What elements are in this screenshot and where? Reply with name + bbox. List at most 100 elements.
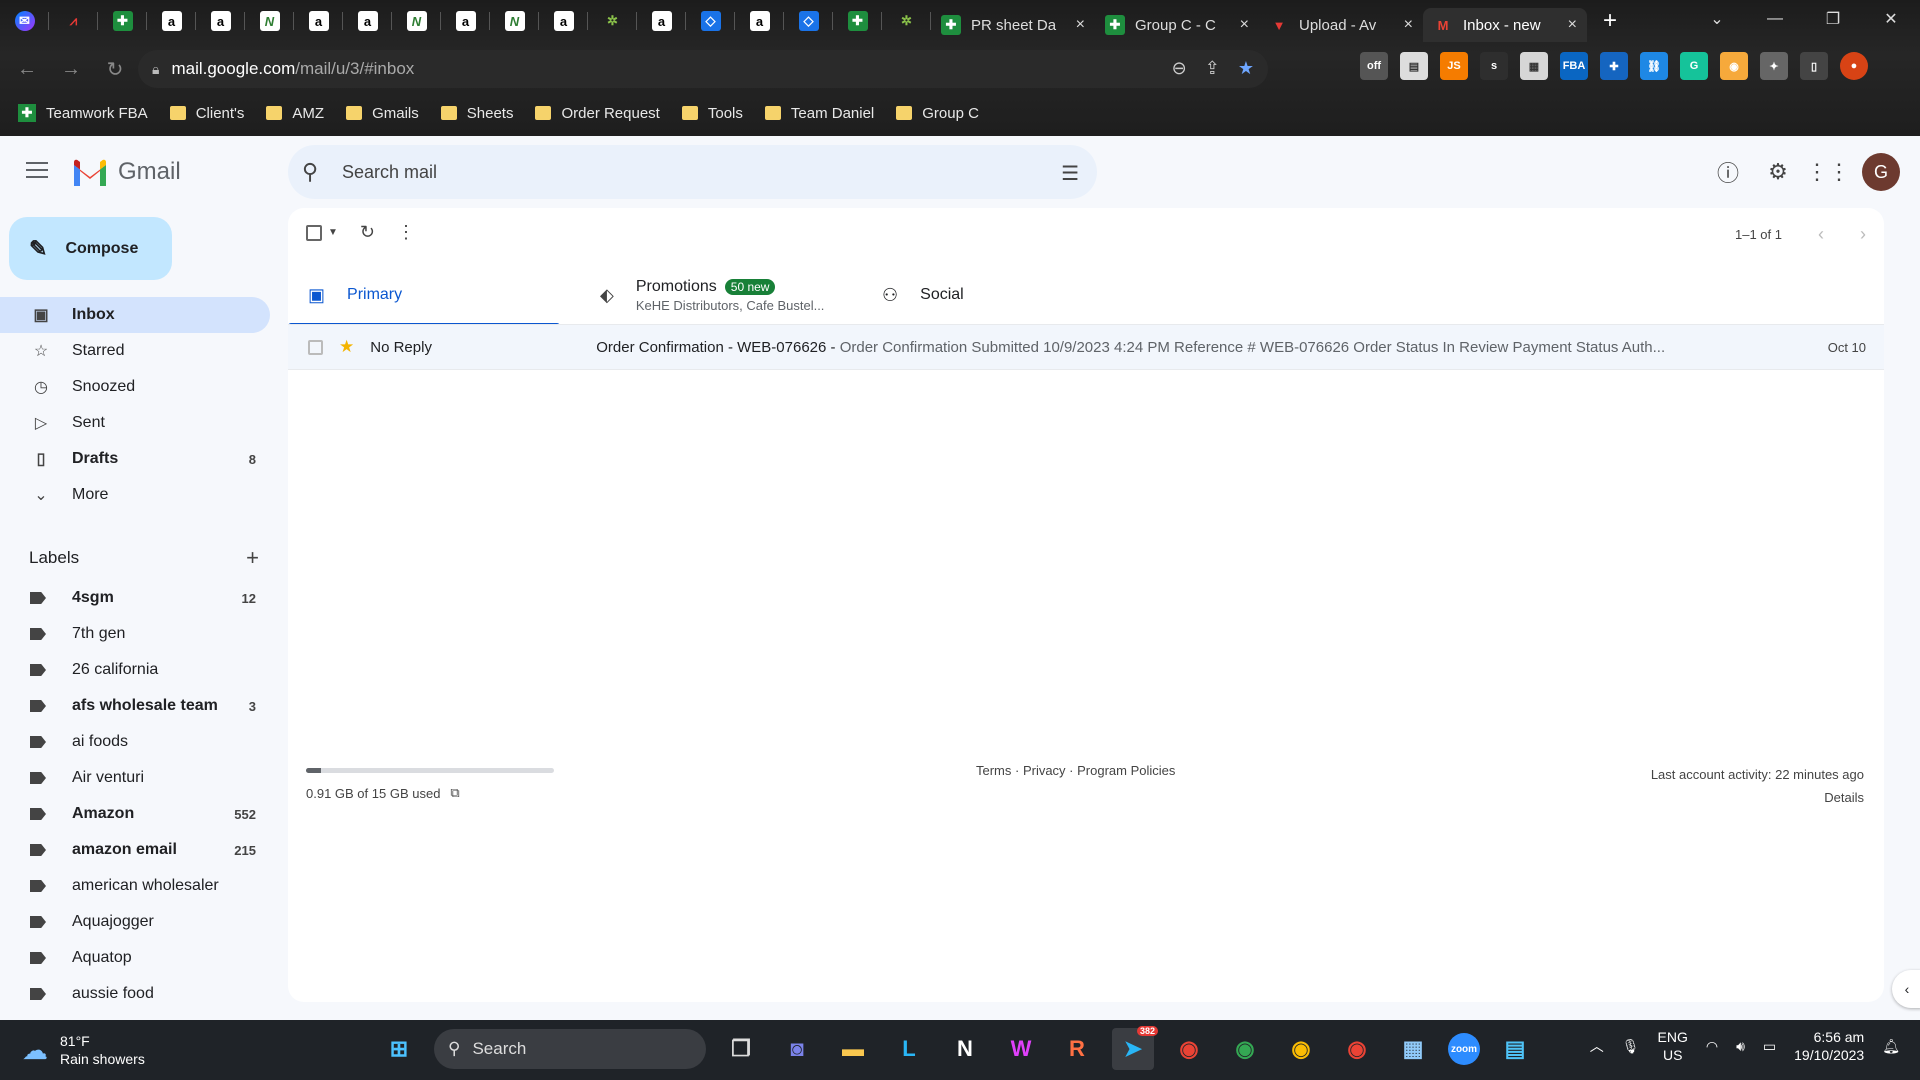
volume-icon[interactable]: 🔊︎ <box>1736 1038 1745 1055</box>
windows-start-icon[interactable]: ⊞ <box>378 1028 420 1070</box>
bookmark-item[interactable]: Sheets <box>440 105 513 122</box>
pinned-tab[interactable]: a <box>441 0 490 42</box>
search-options-icon[interactable]: ☰ <box>1061 161 1079 186</box>
add-label-icon[interactable]: + <box>246 545 259 571</box>
more-options-icon[interactable]: ⋮ <box>397 222 415 243</box>
chrome-icon[interactable]: ◉ <box>1336 1028 1378 1070</box>
apps-grid-icon[interactable]: ⋮⋮ <box>1806 156 1850 188</box>
pinned-tab[interactable]: ✲ <box>588 0 637 42</box>
email-select-checkbox[interactable] <box>308 339 323 355</box>
bookmark-item[interactable]: AMZ <box>266 105 324 122</box>
settings-gear-icon[interactable]: ⚙ <box>1762 156 1794 188</box>
address-bar[interactable]: 🔒︎ mail.google.com/mail/u/3/#inbox ⊖ ⇪ ★ <box>138 50 1268 88</box>
search-input[interactable]: Search mail <box>342 162 437 183</box>
details-link[interactable]: Details <box>1651 786 1864 809</box>
browser-tab[interactable]: ▼ Upload - Av × <box>1259 8 1423 42</box>
search-mail-bar[interactable]: ⚲ Search mail ☰ <box>288 145 1097 199</box>
extension-icon[interactable]: ✚ <box>1600 52 1628 80</box>
tab-promotions[interactable]: ⬖ Promotions 50 new KeHE Distributors, C… <box>560 264 850 326</box>
close-tab-icon[interactable]: × <box>1568 16 1577 34</box>
close-tab-icon[interactable]: × <box>1404 16 1413 34</box>
extension-icon[interactable]: ◉ <box>1720 52 1748 80</box>
taskbar-search-box[interactable]: ⚲ Search <box>434 1029 706 1069</box>
label-item[interactable]: 4sgm 12 <box>0 580 270 616</box>
bookmark-item[interactable]: ✚ Teamwork FBA <box>18 104 148 122</box>
bookmark-item[interactable]: Team Daniel <box>764 105 874 122</box>
notion-icon[interactable]: N <box>944 1028 986 1070</box>
notifications-bell-icon[interactable]: 🔔︎ <box>1882 1038 1900 1055</box>
pinned-tab[interactable]: a <box>196 0 245 42</box>
search-icon[interactable]: ⚲ <box>302 159 342 185</box>
star-icon[interactable]: ★ <box>339 337 354 357</box>
bookmark-star-icon[interactable]: ★ <box>1238 58 1254 79</box>
label-item[interactable]: ai foods <box>0 724 270 760</box>
open-external-icon[interactable]: ⧉ <box>450 785 459 801</box>
bookmark-item[interactable]: Tools <box>681 105 743 122</box>
restore-icon[interactable]: ❐ <box>1804 0 1862 38</box>
label-item[interactable]: Aquatop <box>0 940 270 976</box>
select-all-checkbox[interactable]: ▼ <box>306 224 338 241</box>
pinned-tab[interactable]: a <box>294 0 343 42</box>
teams-chat-icon[interactable]: ◙ <box>776 1028 818 1070</box>
chrome-icon[interactable]: ◉ <box>1224 1028 1266 1070</box>
extension-icon[interactable]: ▤ <box>1400 52 1428 80</box>
pinned-tab[interactable]: a <box>637 0 686 42</box>
pinned-tab[interactable]: a <box>735 0 784 42</box>
browser-tab[interactable]: ✚ Group C - C × <box>1095 8 1259 42</box>
pinned-tab[interactable]: N <box>490 0 539 42</box>
refresh-icon[interactable]: ↻ <box>360 222 375 243</box>
profile-avatar[interactable]: ● <box>1840 52 1868 80</box>
app-l-icon[interactable]: L <box>888 1028 930 1070</box>
extension-icon[interactable]: ▦ <box>1520 52 1548 80</box>
extension-icon[interactable]: ✦ <box>1760 52 1788 80</box>
extension-icon[interactable]: ⛓ <box>1640 52 1668 80</box>
label-item[interactable]: 26 california <box>0 652 270 688</box>
pinned-tab[interactable]: a <box>147 0 196 42</box>
pinned-tab[interactable]: ✚ <box>833 0 882 42</box>
label-item[interactable]: aussie food <box>0 976 270 1012</box>
back-icon[interactable]: ← <box>10 52 44 86</box>
avatar[interactable]: G <box>1862 153 1900 191</box>
pinned-tab[interactable]: ◇ <box>686 0 735 42</box>
tray-overflow-icon[interactable]: ︿ <box>1590 1036 1604 1056</box>
label-item[interactable]: Amazon 552 <box>0 796 270 832</box>
extension-icon[interactable]: G <box>1680 52 1708 80</box>
sidebar-item-starred[interactable]: ☆ Starred <box>0 333 270 369</box>
side-panel-toggle-icon[interactable]: ‹ <box>1892 970 1920 1008</box>
pinned-tab[interactable]: a <box>343 0 392 42</box>
pinned-tab[interactable]: N <box>392 0 441 42</box>
pinned-tab[interactable]: ✉ <box>0 0 49 42</box>
weather-widget[interactable]: ☁ 81°F Rain showers <box>22 1032 145 1068</box>
tab-primary[interactable]: ▣ Primary <box>288 264 560 326</box>
pinned-tab[interactable]: ✲ <box>882 0 931 42</box>
bookmark-item[interactable]: Gmails <box>346 105 419 122</box>
minimize-icon[interactable]: — <box>1746 0 1804 38</box>
bookmark-item[interactable]: Group C <box>896 105 979 122</box>
pinned-tab[interactable]: a <box>539 0 588 42</box>
extension-icon[interactable]: ▯ <box>1800 52 1828 80</box>
label-item[interactable]: 7th gen <box>0 616 270 652</box>
prev-page-icon[interactable]: ‹ <box>1818 224 1824 245</box>
telegram-icon[interactable]: ➤ 382 <box>1112 1026 1158 1070</box>
wps-icon[interactable]: W <box>1000 1028 1042 1070</box>
next-page-icon[interactable]: › <box>1860 224 1866 245</box>
label-item[interactable]: Aquajogger <box>0 904 270 940</box>
language-indicator[interactable]: ENG US <box>1658 1028 1688 1064</box>
wifi-icon[interactable]: ◠ <box>1706 1038 1718 1055</box>
microphone-icon[interactable]: 🎙︎ <box>1622 1038 1640 1055</box>
zoom-icon[interactable]: zoom <box>1448 1033 1480 1065</box>
browser-tab[interactable]: ✚ PR sheet Da × <box>931 8 1095 42</box>
calculator-icon[interactable]: ▦ <box>1392 1028 1434 1070</box>
battery-icon[interactable]: ▭ <box>1763 1038 1776 1055</box>
share-icon[interactable]: ⇪ <box>1205 58 1220 79</box>
label-item[interactable]: afs wholesale team 3 <box>0 688 270 724</box>
sidebar-item-drafts[interactable]: ▯ Drafts 8 <box>0 441 270 477</box>
extension-icon[interactable]: JS <box>1440 52 1468 80</box>
chrome-icon[interactable]: ◉ <box>1168 1028 1210 1070</box>
compose-button[interactable]: ✎ Compose <box>9 217 172 280</box>
footer-links[interactable]: Terms · Privacy · Program Policies <box>976 763 1175 778</box>
extension-icon[interactable]: FBA <box>1560 52 1588 80</box>
help-icon[interactable]: ⓘ <box>1712 156 1744 188</box>
label-item[interactable]: american wholesaler <box>0 868 270 904</box>
gmail-logo[interactable]: Gmail <box>72 158 181 186</box>
